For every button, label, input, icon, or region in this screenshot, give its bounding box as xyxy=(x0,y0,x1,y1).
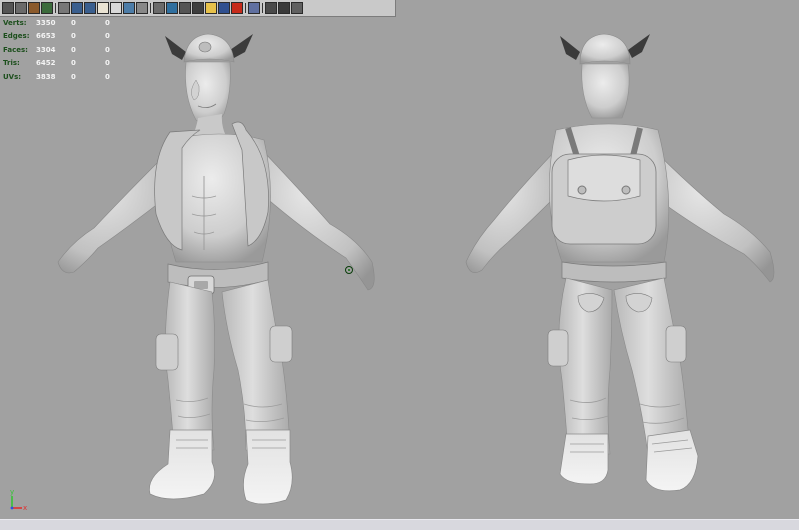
hud-value: 6653 xyxy=(36,32,56,41)
toolbar-separator xyxy=(149,2,152,14)
hud-label: Edges: xyxy=(3,32,30,41)
light-bulb-icon[interactable] xyxy=(205,2,217,14)
hud-value: 0 xyxy=(105,72,110,81)
hud-row-faces: Faces: 3304 0 0 xyxy=(3,43,110,57)
hud-value: 0 xyxy=(105,45,110,54)
sculpt-icon[interactable] xyxy=(291,2,303,14)
back-head xyxy=(581,63,630,119)
viewport-bottom-bar xyxy=(0,519,799,530)
film-gate-icon[interactable] xyxy=(71,2,83,14)
xray-icon[interactable] xyxy=(231,2,243,14)
default-material-icon[interactable] xyxy=(153,2,165,14)
smooth-shade-icon[interactable] xyxy=(123,2,135,14)
bookmark-icon[interactable] xyxy=(28,2,40,14)
character-front-view[interactable] xyxy=(57,33,375,505)
resolution-gate-icon[interactable] xyxy=(84,2,96,14)
hud-value: 3350 xyxy=(36,18,56,27)
axis-y-label: y xyxy=(10,488,14,496)
poly-count-hud: Verts: 3350 0 0 Edges: 6653 0 0 Faces: 3… xyxy=(3,16,110,84)
front-belt-buckle-inner xyxy=(194,281,208,289)
hud-label: Tris: xyxy=(3,59,20,68)
view-axis-indicator: y x xyxy=(10,488,27,512)
hud-value: 0 xyxy=(105,59,110,68)
front-left-horn xyxy=(165,36,186,60)
front-right-boot xyxy=(243,429,293,505)
lighting-icon[interactable] xyxy=(179,2,191,14)
image-plane-icon[interactable] xyxy=(41,2,53,14)
camera-select-icon[interactable] xyxy=(2,2,14,14)
camera-list-icon[interactable] xyxy=(15,2,27,14)
front-right-leg xyxy=(221,279,291,451)
front-right-horn xyxy=(230,34,253,58)
hud-row-verts: Verts: 3350 0 0 xyxy=(3,16,110,30)
backpack-button-right xyxy=(621,185,631,195)
character-back-view[interactable] xyxy=(465,33,775,492)
back-right-horn xyxy=(628,34,650,58)
isolate-icon[interactable] xyxy=(218,2,230,14)
safe-action-icon[interactable] xyxy=(97,2,109,14)
hud-value: 0 xyxy=(105,18,110,27)
hud-row-uvs: UVs: 3838 0 0 xyxy=(3,70,110,84)
front-right-cargo-pocket xyxy=(269,325,293,363)
back-left-horn xyxy=(560,36,580,60)
viewport-3d[interactable]: Verts: 3350 0 0 Edges: 6653 0 0 Faces: 3… xyxy=(0,0,799,530)
axis-x-label: x xyxy=(23,504,27,512)
back-belt xyxy=(561,261,667,283)
textured-icon[interactable] xyxy=(166,2,178,14)
shadows-icon[interactable] xyxy=(192,2,204,14)
front-helmet-gem xyxy=(198,41,212,53)
back-left-arm xyxy=(465,149,557,273)
hud-value: 0 xyxy=(71,72,76,81)
back-helmet xyxy=(579,33,631,65)
manipulator-pivot-icon[interactable] xyxy=(345,266,353,274)
hud-row-tris: Tris: 6452 0 0 xyxy=(3,57,110,71)
hud-value: 0 xyxy=(71,18,76,27)
hud-icon[interactable] xyxy=(265,2,277,14)
hud-value: 0 xyxy=(71,45,76,54)
hud-label: Verts: xyxy=(3,18,27,27)
wireframe-icon[interactable] xyxy=(110,2,122,14)
hud-label: UVs: xyxy=(3,72,22,81)
back-right-cargo-pocket xyxy=(665,325,687,363)
scene-canvas[interactable] xyxy=(0,0,799,529)
backpack-button-left xyxy=(577,185,587,195)
back-right-leg xyxy=(613,277,691,455)
front-left-cargo-pocket xyxy=(155,333,179,371)
panel-toolbar xyxy=(0,0,396,17)
back-right-boot xyxy=(645,429,699,492)
hud-value: 6452 xyxy=(36,59,56,68)
hud-value: 0 xyxy=(71,32,76,41)
render-view-icon[interactable] xyxy=(278,2,290,14)
shade-wireframe-icon[interactable] xyxy=(136,2,148,14)
front-right-arm xyxy=(261,149,375,291)
back-left-cargo-pocket xyxy=(547,329,569,367)
hud-value: 0 xyxy=(71,59,76,68)
hud-row-edges: Edges: 6653 0 0 xyxy=(3,30,110,44)
toolbar-separator xyxy=(261,2,264,14)
grid-icon[interactable] xyxy=(58,2,70,14)
hud-value: 3304 xyxy=(36,45,56,54)
toolbar-separator xyxy=(54,2,57,14)
backpack-flap xyxy=(567,154,641,202)
hud-value: 0 xyxy=(105,32,110,41)
toolbar-separator xyxy=(244,2,247,14)
front-left-arm xyxy=(57,149,171,274)
hud-label: Faces: xyxy=(3,45,28,54)
back-right-arm xyxy=(653,149,775,283)
frame-icon[interactable] xyxy=(248,2,260,14)
axis-z-dot xyxy=(10,506,14,510)
hud-value: 3838 xyxy=(36,72,56,81)
back-left-boot xyxy=(559,433,609,485)
